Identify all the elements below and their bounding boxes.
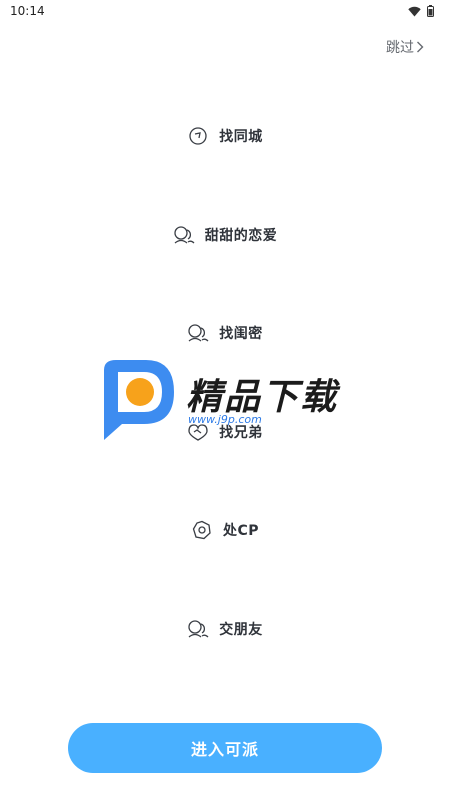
people-icon [187, 618, 209, 640]
gear-chat-icon [191, 519, 213, 541]
option-couple[interactable]: 处CP [0, 515, 450, 545]
option-brothers[interactable]: 找兄弟 [0, 417, 450, 447]
handshake-icon [187, 421, 209, 443]
option-list: 找同城 甜甜的恋爱 找闺密 找兄弟 处CP 交朋友 [0, 0, 450, 700]
option-label: 找同城 [219, 129, 263, 145]
option-best-friend[interactable]: 找闺密 [0, 318, 450, 348]
option-label: 交朋友 [219, 622, 263, 638]
option-label: 处CP [222, 523, 260, 539]
option-make-friends[interactable]: 交朋友 [0, 614, 450, 644]
compass-icon [187, 125, 209, 147]
people-icon [173, 224, 195, 246]
option-label: 找兄弟 [219, 425, 263, 441]
option-label: 甜甜的恋爱 [204, 228, 278, 244]
option-label: 找闺密 [219, 326, 263, 342]
option-same-city[interactable]: 找同城 [0, 121, 450, 151]
option-sweet-love[interactable]: 甜甜的恋爱 [0, 220, 450, 250]
people-icon [187, 322, 209, 344]
enter-button[interactable]: 进入可派 [68, 723, 382, 773]
